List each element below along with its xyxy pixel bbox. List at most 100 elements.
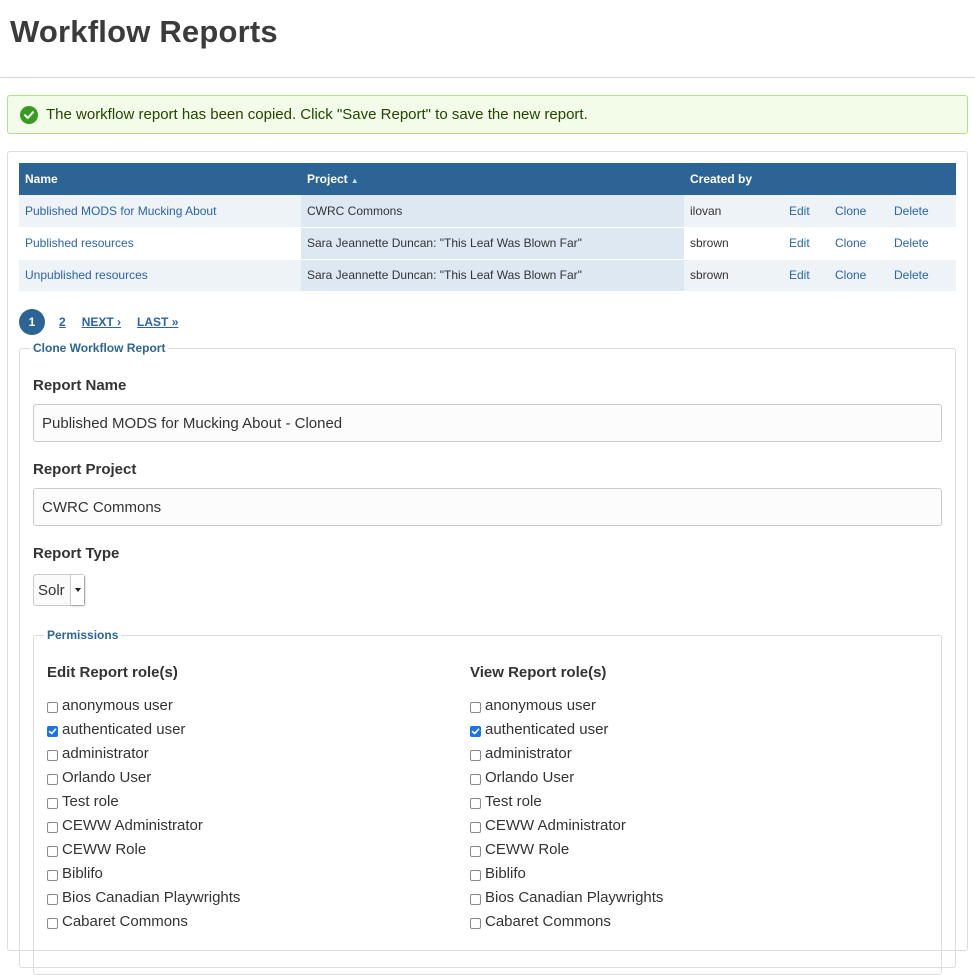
permissions-legend: Permissions	[44, 628, 122, 642]
edit-roles-list: anonymous user authenticated user administ…	[47, 693, 240, 933]
delete-link[interactable]: Delete	[894, 204, 929, 218]
edit-role-label: Bios Canadian Playwrights	[62, 888, 241, 906]
view-role-label: CEWW Administrator	[485, 816, 626, 834]
view-role-checkbox[interactable]	[470, 701, 481, 713]
table-row: Published resources Sara Jeannette Dunca…	[19, 227, 956, 260]
edit-role-checkbox[interactable]	[47, 845, 58, 857]
column-header-name[interactable]: Name	[19, 163, 301, 195]
edit-role-label: Test role	[62, 792, 119, 810]
pager-page-2[interactable]: 2	[59, 315, 66, 329]
edit-role-checkbox[interactable]	[47, 821, 58, 833]
view-role-label: Biblifo	[485, 864, 526, 882]
delete-link[interactable]: Delete	[894, 236, 929, 250]
report-name-cell: Unpublished resources	[19, 259, 301, 292]
view-roles-list: anonymous user authenticated user administ…	[470, 693, 663, 933]
view-role-label: Test role	[485, 792, 542, 810]
report-name-link[interactable]: Published MODS for Mucking About	[25, 204, 216, 218]
edit-role-checkbox[interactable]	[47, 893, 58, 905]
edit-role-checkbox[interactable]	[47, 701, 58, 713]
edit-link[interactable]: Edit	[789, 268, 810, 282]
view-role-label: authenticated user	[485, 720, 609, 738]
report-type-select[interactable]: Solr	[33, 574, 85, 606]
view-role-checkbox[interactable]	[470, 797, 481, 809]
dropdown-arrow-icon	[70, 575, 84, 605]
edit-role-checkbox[interactable]	[47, 797, 58, 809]
edit-link[interactable]: Edit	[789, 204, 810, 218]
edit-role-label: CEWW Administrator	[62, 816, 203, 834]
view-role-checkbox[interactable]	[470, 869, 481, 881]
pager-current-page: 1	[19, 309, 45, 335]
clone-link[interactable]: Clone	[835, 204, 866, 218]
edit-role-label: Orlando User	[62, 768, 152, 786]
clone-link[interactable]: Clone	[835, 236, 866, 250]
report-type-value: Solr	[38, 581, 65, 599]
view-role-checkbox[interactable]	[470, 749, 481, 761]
report-type-label: Report Type	[33, 545, 120, 562]
project-cell: CWRC Commons	[301, 195, 684, 228]
pager: 1 2 NEXT › LAST »	[19, 309, 194, 335]
edit-role-checkbox[interactable]	[47, 749, 58, 761]
page-title: Workflow Reports	[10, 14, 278, 49]
report-name-label: Report Name	[33, 377, 127, 394]
pager-next[interactable]: NEXT ›	[82, 315, 121, 329]
edit-role-row: administrator	[47, 741, 240, 765]
pager-last[interactable]: LAST »	[137, 315, 178, 329]
view-role-checkbox[interactable]	[470, 917, 481, 929]
table-header-row: Name Project ▲ Created by	[19, 163, 956, 195]
edit-link[interactable]: Edit	[789, 236, 810, 250]
column-header-created-by[interactable]: Created by	[684, 163, 783, 195]
view-role-checkbox[interactable]	[470, 773, 481, 785]
clone-cell: Clone	[829, 259, 888, 292]
edit-role-row: Orlando User	[47, 765, 240, 789]
view-role-label: Bios Canadian Playwrights	[485, 888, 664, 906]
column-header-empty	[783, 163, 829, 195]
clone-cell: Clone	[829, 195, 888, 228]
edit-role-row: authenticated user	[47, 717, 240, 741]
view-role-row: Cabaret Commons	[470, 909, 663, 933]
report-name-link[interactable]: Unpublished resources	[25, 268, 148, 282]
column-header-project[interactable]: Project ▲	[301, 163, 684, 195]
column-header-empty	[888, 163, 956, 195]
view-role-row: authenticated user	[470, 717, 663, 741]
edit-role-row: Biblifo	[47, 861, 240, 885]
page-header: Workflow Reports	[0, 0, 975, 78]
view-role-row: Test role	[470, 789, 663, 813]
edit-role-checkbox[interactable]	[47, 773, 58, 785]
table-row: Published MODS for Mucking About CWRC Co…	[19, 195, 956, 228]
edit-role-label: anonymous user	[62, 696, 173, 714]
view-role-row: CEWW Role	[470, 837, 663, 861]
report-name-input[interactable]	[33, 404, 942, 442]
view-role-row: administrator	[470, 741, 663, 765]
view-role-checkbox[interactable]	[470, 893, 481, 905]
reports-table: Name Project ▲ Created by Published MODS …	[19, 163, 956, 292]
view-role-checkbox[interactable]	[470, 845, 481, 857]
delete-link[interactable]: Delete	[894, 268, 929, 282]
edit-role-label: Cabaret Commons	[62, 912, 188, 930]
edit-role-checkbox[interactable]	[47, 725, 58, 737]
report-project-label: Report Project	[33, 461, 137, 478]
created-by-cell: sbrown	[684, 259, 783, 292]
status-message: The workflow report has been copied. Cli…	[7, 95, 968, 134]
edit-role-row: Test role	[47, 789, 240, 813]
view-role-label: Cabaret Commons	[485, 912, 611, 930]
view-role-row: anonymous user	[470, 693, 663, 717]
delete-cell: Delete	[888, 227, 956, 260]
edit-roles-title: Edit Report role(s)	[47, 664, 178, 681]
sort-ascending-icon: ▲	[350, 176, 359, 185]
edit-role-row: CEWW Role	[47, 837, 240, 861]
edit-role-checkbox[interactable]	[47, 869, 58, 881]
clone-cell: Clone	[829, 227, 888, 260]
permissions-fieldset: Permissions Edit Report role(s) View Rep…	[33, 628, 942, 975]
edit-role-label: CEWW Role	[62, 840, 147, 858]
view-role-label: administrator	[485, 744, 572, 762]
edit-role-row: anonymous user	[47, 693, 240, 717]
report-name-link[interactable]: Published resources	[25, 236, 134, 250]
edit-role-label: administrator	[62, 744, 149, 762]
view-role-checkbox[interactable]	[470, 821, 481, 833]
edit-role-checkbox[interactable]	[47, 917, 58, 929]
check-icon	[20, 105, 38, 124]
view-role-checkbox[interactable]	[470, 725, 481, 737]
report-project-input[interactable]	[33, 488, 942, 526]
view-roles-title: View Report role(s)	[470, 664, 607, 681]
clone-link[interactable]: Clone	[835, 268, 866, 282]
